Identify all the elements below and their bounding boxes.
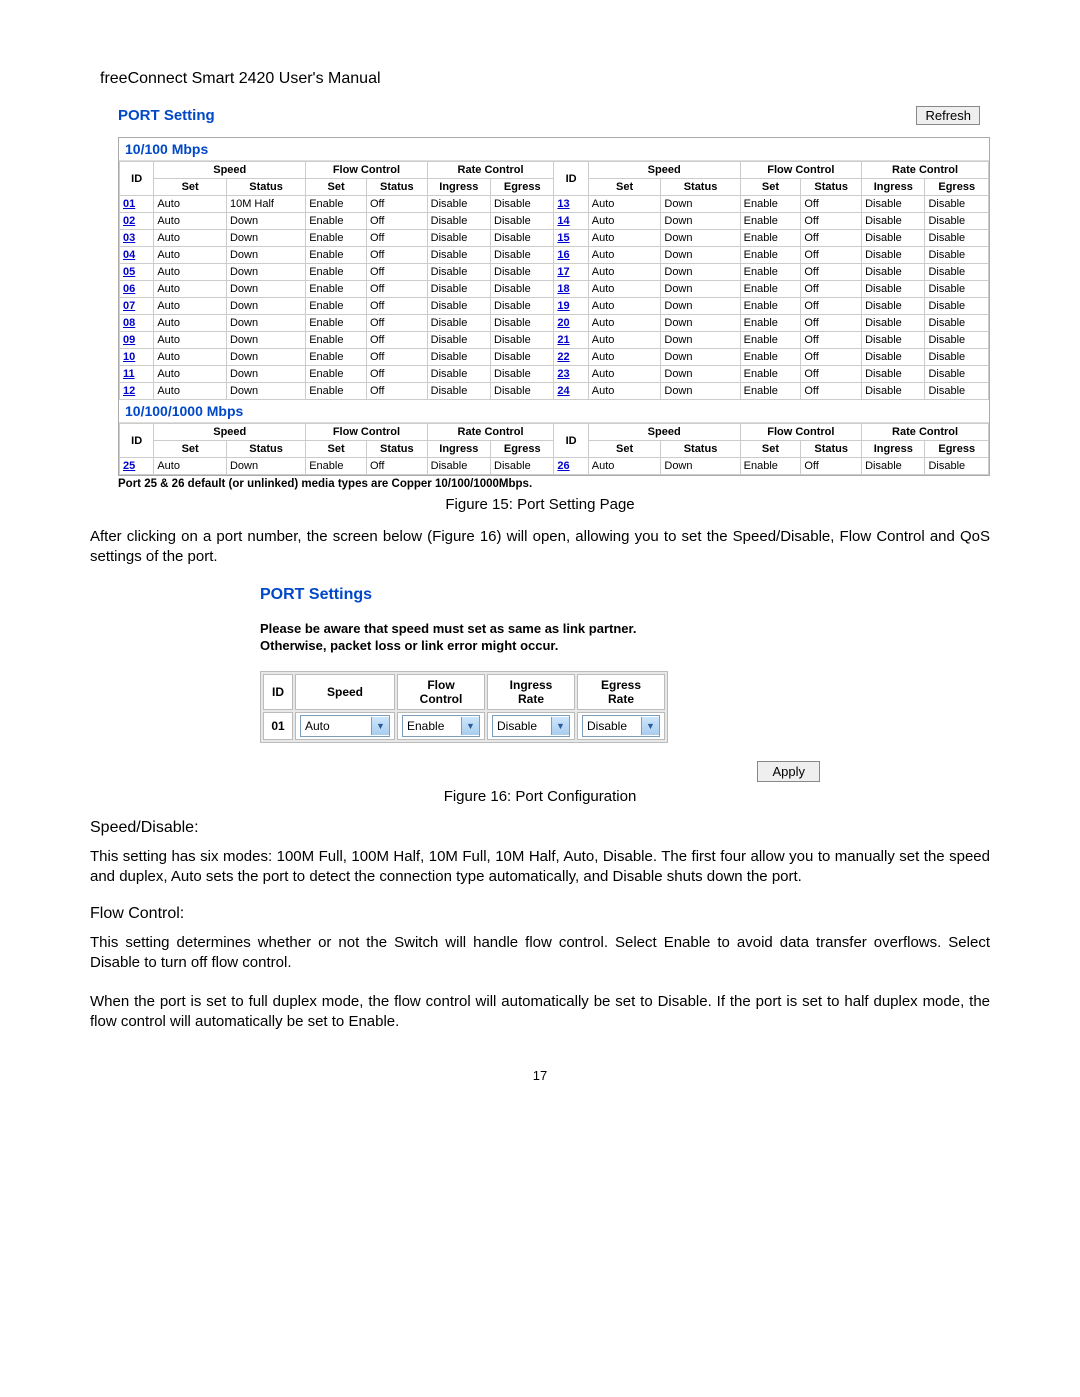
- table-row: 11AutoDownEnableOffDisableDisable23AutoD…: [120, 366, 989, 383]
- port-link[interactable]: 16: [557, 249, 569, 261]
- flow-select-value: Enable: [403, 719, 461, 733]
- table-row: 07AutoDownEnableOffDisableDisable19AutoD…: [120, 298, 989, 315]
- speed-select[interactable]: Auto ▼: [300, 715, 390, 737]
- table-row: 05AutoDownEnableOffDisableDisable17AutoD…: [120, 264, 989, 281]
- port-link[interactable]: 24: [557, 385, 569, 397]
- port-link[interactable]: 05: [123, 266, 135, 278]
- port-link[interactable]: 22: [557, 351, 569, 363]
- port-link[interactable]: 12: [123, 385, 135, 397]
- port-link[interactable]: 14: [557, 215, 569, 227]
- port-setting-panel: 10/100 Mbps IDSpeedFlow ControlRate Cont…: [118, 137, 990, 476]
- cfg-id: 01: [263, 712, 293, 740]
- flow-control-para1: This setting determines whether or not t…: [90, 933, 990, 974]
- page-number: 17: [90, 1068, 990, 1083]
- egress-select-value: Disable: [583, 719, 641, 733]
- port-link[interactable]: 04: [123, 249, 135, 261]
- table-row: 25AutoDownEnableOffDisableDisable26AutoD…: [120, 458, 989, 475]
- apply-button[interactable]: Apply: [757, 761, 820, 782]
- port-setting-title: PORT Setting: [118, 107, 215, 124]
- port-link[interactable]: 15: [557, 232, 569, 244]
- flow-control-para2: When the port is set to full duplex mode…: [90, 992, 990, 1033]
- speed-disable-heading: Speed/Disable:: [90, 819, 990, 837]
- speed-group-10-100-1000: 10/100/1000 Mbps: [119, 400, 989, 423]
- port-link[interactable]: 09: [123, 334, 135, 346]
- table-row: 03AutoDownEnableOffDisableDisable15AutoD…: [120, 230, 989, 247]
- cfg-col-egress: Egress Rate: [577, 674, 665, 710]
- port-link[interactable]: 25: [123, 460, 135, 472]
- table-row: 10AutoDownEnableOffDisableDisable22AutoD…: [120, 349, 989, 366]
- port-link[interactable]: 07: [123, 300, 135, 312]
- speed-select-value: Auto: [301, 719, 371, 733]
- warn-line1: Please be aware that speed must set as s…: [260, 621, 636, 636]
- port-link[interactable]: 08: [123, 317, 135, 329]
- port-link[interactable]: 10: [123, 351, 135, 363]
- port-link[interactable]: 20: [557, 317, 569, 329]
- port-link[interactable]: 01: [123, 198, 135, 210]
- ingress-select-value: Disable: [493, 719, 551, 733]
- port-link[interactable]: 26: [557, 460, 569, 472]
- speed-disable-para: This setting has six modes: 100M Full, 1…: [90, 847, 990, 888]
- port-link[interactable]: 06: [123, 283, 135, 295]
- port-table-gig: IDSpeedFlow ControlRate ControlIDSpeedFl…: [119, 423, 989, 475]
- ingress-select[interactable]: Disable ▼: [492, 715, 570, 737]
- port-settings-title: PORT Settings: [260, 586, 820, 604]
- egress-select[interactable]: Disable ▼: [582, 715, 660, 737]
- chevron-down-icon: ▼: [551, 717, 569, 735]
- port-link[interactable]: 23: [557, 368, 569, 380]
- cfg-col-ingress: Ingress Rate: [487, 674, 575, 710]
- manual-title: freeConnect Smart 2420 User's Manual: [100, 70, 990, 88]
- warn-line2: Otherwise, packet loss or link error mig…: [260, 638, 558, 653]
- cfg-col-flow: Flow Control: [397, 674, 485, 710]
- table-row: 08AutoDownEnableOffDisableDisable20AutoD…: [120, 315, 989, 332]
- port-table-10-100: IDSpeedFlow ControlRate ControlIDSpeedFl…: [119, 161, 989, 400]
- cfg-col-id: ID: [263, 674, 293, 710]
- cfg-col-speed: Speed: [295, 674, 395, 710]
- chevron-down-icon: ▼: [371, 717, 389, 735]
- port-link[interactable]: 13: [557, 198, 569, 210]
- table-row: 12AutoDownEnableOffDisableDisable24AutoD…: [120, 383, 989, 400]
- table-row: 06AutoDownEnableOffDisableDisable18AutoD…: [120, 281, 989, 298]
- figure-15-caption: Figure 15: Port Setting Page: [90, 496, 990, 513]
- chevron-down-icon: ▼: [641, 717, 659, 735]
- table-row: 09AutoDownEnableOffDisableDisable21AutoD…: [120, 332, 989, 349]
- port-footnote: Port 25 & 26 default (or unlinked) media…: [118, 478, 990, 490]
- port-settings-panel: PORT Settings Please be aware that speed…: [260, 586, 820, 782]
- figure-16-caption: Figure 16: Port Configuration: [90, 788, 990, 805]
- port-link[interactable]: 03: [123, 232, 135, 244]
- port-link[interactable]: 19: [557, 300, 569, 312]
- para-after-fig15: After clicking on a port number, the scr…: [90, 527, 990, 568]
- port-link[interactable]: 11: [123, 368, 135, 380]
- table-row: 01Auto10M HalfEnableOffDisableDisable13A…: [120, 196, 989, 213]
- port-config-table: ID Speed Flow Control Ingress Rate Egres…: [260, 671, 668, 743]
- flow-select[interactable]: Enable ▼: [402, 715, 480, 737]
- refresh-button[interactable]: Refresh: [916, 106, 980, 125]
- port-settings-warning: Please be aware that speed must set as s…: [260, 620, 820, 655]
- port-link[interactable]: 17: [557, 266, 569, 278]
- table-row: 04AutoDownEnableOffDisableDisable16AutoD…: [120, 247, 989, 264]
- port-link[interactable]: 21: [557, 334, 569, 346]
- flow-control-heading: Flow Control:: [90, 905, 990, 923]
- port-link[interactable]: 18: [557, 283, 569, 295]
- chevron-down-icon: ▼: [461, 717, 479, 735]
- port-link[interactable]: 02: [123, 215, 135, 227]
- table-row: 02AutoDownEnableOffDisableDisable14AutoD…: [120, 213, 989, 230]
- speed-group-10-100: 10/100 Mbps: [119, 138, 989, 161]
